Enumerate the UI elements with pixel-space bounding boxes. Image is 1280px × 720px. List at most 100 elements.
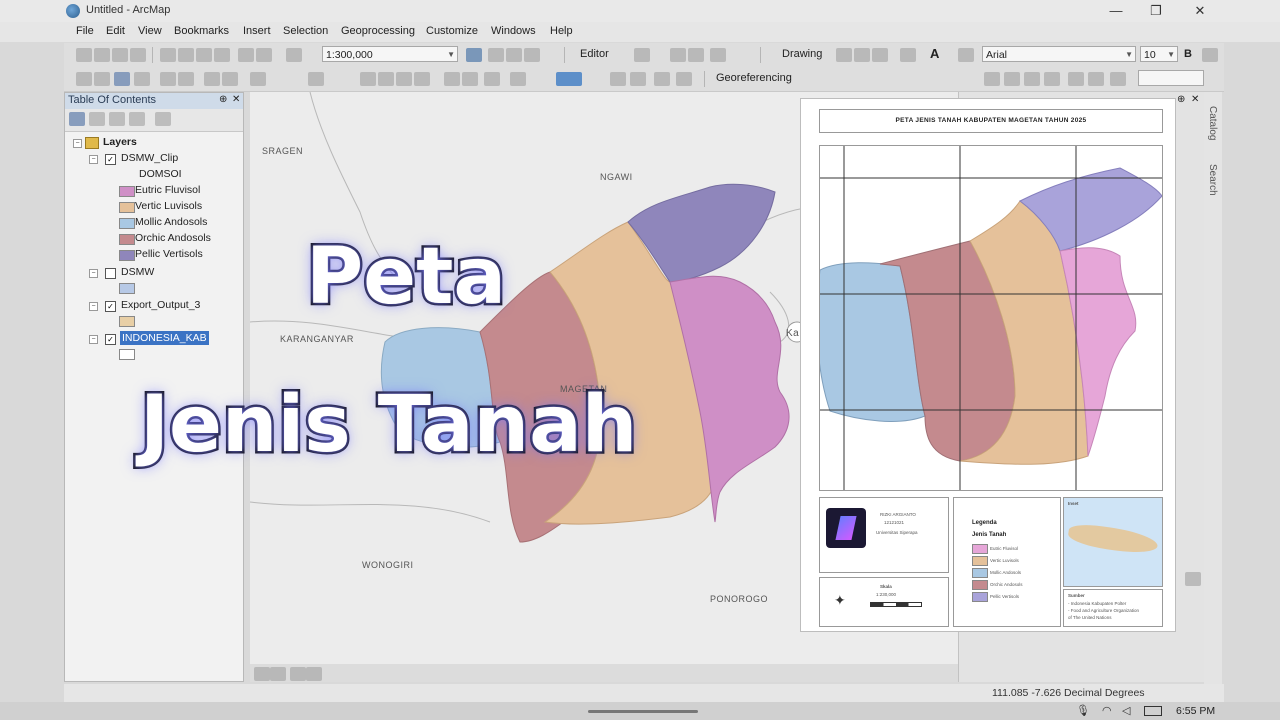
mic-icon[interactable]: 🎙	[1076, 704, 1090, 717]
refresh-icon[interactable]	[290, 667, 306, 681]
legend-swatch[interactable]	[119, 283, 135, 294]
list-by-selection-icon[interactable]	[129, 112, 145, 126]
legend-swatch[interactable]	[119, 250, 135, 261]
new-icon[interactable]	[76, 48, 92, 62]
layout-tool-icon[interactable]	[462, 72, 478, 86]
rectangle-icon[interactable]	[900, 48, 916, 62]
menu-bookmarks[interactable]: Bookmarks	[174, 25, 229, 37]
georef-tool-icon[interactable]	[1024, 72, 1040, 86]
volume-icon[interactable]: ◁	[1122, 704, 1130, 717]
page-icon[interactable]	[676, 72, 692, 86]
add-data-icon[interactable]	[286, 48, 302, 62]
trace-icon[interactable]	[688, 48, 704, 62]
select-features-icon[interactable]	[250, 72, 266, 86]
collapse-icon[interactable]: −	[89, 302, 98, 311]
select-elements-icon[interactable]	[836, 48, 852, 62]
font-combo[interactable]: Arial ▼	[982, 46, 1136, 62]
pin-icon[interactable]: ⊕	[219, 94, 227, 105]
redo-icon[interactable]	[256, 48, 272, 62]
data-view-icon[interactable]	[254, 667, 270, 681]
layer-name-indonesia-kab[interactable]: INDONESIA_KAB	[120, 331, 209, 345]
layers-root[interactable]: Layers	[103, 136, 137, 148]
page-icon[interactable]	[610, 72, 626, 86]
layout-view-icon[interactable]	[270, 667, 286, 681]
drawing-menu[interactable]: Drawing	[782, 48, 822, 60]
layout-tool-icon[interactable]	[396, 72, 412, 86]
menu-windows[interactable]: Windows	[491, 25, 536, 37]
print-icon[interactable]	[130, 48, 146, 62]
georef-tool-icon[interactable]	[1044, 72, 1060, 86]
copy-icon[interactable]	[178, 48, 194, 62]
page-icon[interactable]	[630, 72, 646, 86]
legend-swatch[interactable]	[119, 218, 135, 229]
layout-tool-icon[interactable]	[484, 72, 500, 86]
fixed-zoom-out-icon[interactable]	[178, 72, 194, 86]
delete-icon[interactable]	[214, 48, 230, 62]
minimize-button[interactable]: —	[1102, 2, 1130, 20]
italic-icon[interactable]	[1202, 48, 1218, 62]
layout-tool-icon[interactable]	[444, 72, 460, 86]
collapse-icon[interactable]: −	[89, 269, 98, 278]
wifi-icon[interactable]: ◠	[1102, 704, 1112, 717]
editor-menu[interactable]: Editor	[580, 48, 609, 60]
open-icon[interactable]	[94, 48, 110, 62]
layout-tool-icon[interactable]	[378, 72, 394, 86]
georef-tool-icon[interactable]	[1088, 72, 1104, 86]
layout-tool-icon[interactable]	[510, 72, 526, 86]
zoom-out-icon[interactable]	[94, 72, 110, 86]
full-extent-icon[interactable]	[134, 72, 150, 86]
editor-toolbar-icon[interactable]	[466, 48, 482, 62]
close-button[interactable]: ✕	[1186, 2, 1214, 20]
georef-tool-icon[interactable]	[1068, 72, 1084, 86]
back-extent-icon[interactable]	[204, 72, 220, 86]
layout-tool-icon[interactable]	[360, 72, 376, 86]
layer-visibility-checkbox[interactable]: ✓	[105, 334, 116, 345]
menu-help[interactable]: Help	[550, 25, 573, 37]
menu-insert[interactable]: Insert	[243, 25, 271, 37]
edit-vertices-drawing-icon[interactable]	[958, 48, 974, 62]
fixed-zoom-in-icon[interactable]	[160, 72, 176, 86]
layer-visibility-checkbox[interactable]: ✓	[105, 154, 116, 165]
edit-tool-icon[interactable]	[634, 48, 650, 62]
collapse-icon[interactable]: −	[89, 335, 98, 344]
zoom-whole-page-icon[interactable]	[872, 48, 888, 62]
straight-segment-icon[interactable]	[670, 48, 686, 62]
map-scale-combo[interactable]: 1:300,000 ▼	[322, 46, 458, 62]
forward-extent-icon[interactable]	[222, 72, 238, 86]
pan-icon[interactable]	[114, 72, 130, 86]
menu-view[interactable]: View	[138, 25, 162, 37]
new-text-button[interactable]: A	[930, 46, 939, 61]
legend-swatch[interactable]	[119, 202, 135, 213]
toc-window-icon[interactable]	[488, 48, 504, 62]
layer-name-dsmw-clip[interactable]: DSMW_Clip	[121, 152, 178, 164]
menu-selection[interactable]: Selection	[283, 25, 328, 37]
undo-icon[interactable]	[238, 48, 254, 62]
list-by-visibility-icon[interactable]	[109, 112, 125, 126]
list-by-drawing-order-icon[interactable]	[69, 112, 85, 126]
options-icon[interactable]	[155, 112, 171, 126]
catalog-window-icon[interactable]	[506, 48, 522, 62]
legend-swatch[interactable]	[119, 234, 135, 245]
menu-customize[interactable]: Customize	[426, 25, 478, 37]
color-icon[interactable]	[556, 72, 582, 86]
menu-edit[interactable]: Edit	[106, 25, 125, 37]
collapse-icon[interactable]: −	[73, 139, 82, 148]
georef-tool-icon[interactable]	[1110, 72, 1126, 86]
close-icon[interactable]: ✕	[232, 94, 240, 105]
zoom-in-icon[interactable]	[76, 72, 92, 86]
paste-icon[interactable]	[196, 48, 212, 62]
layout-tool-icon[interactable]	[414, 72, 430, 86]
georeferencing-menu[interactable]: Georeferencing	[716, 72, 792, 84]
layer-visibility-checkbox[interactable]	[105, 268, 116, 279]
pin-icon[interactable]: ⊕	[1177, 94, 1185, 105]
close-icon[interactable]: ✕	[1191, 94, 1199, 105]
menu-file[interactable]: File	[76, 25, 94, 37]
select-elements-pointer-icon[interactable]	[308, 72, 324, 86]
search-tab[interactable]: Search	[1207, 164, 1218, 196]
maximize-button[interactable]: ❐	[1142, 2, 1170, 20]
layer-name-dsmw[interactable]: DSMW	[121, 266, 154, 278]
bold-button[interactable]: B	[1184, 48, 1192, 60]
legend-swatch[interactable]	[119, 316, 135, 327]
font-size-combo[interactable]: 10 ▼	[1140, 46, 1178, 62]
search-window-icon[interactable]	[524, 48, 540, 62]
